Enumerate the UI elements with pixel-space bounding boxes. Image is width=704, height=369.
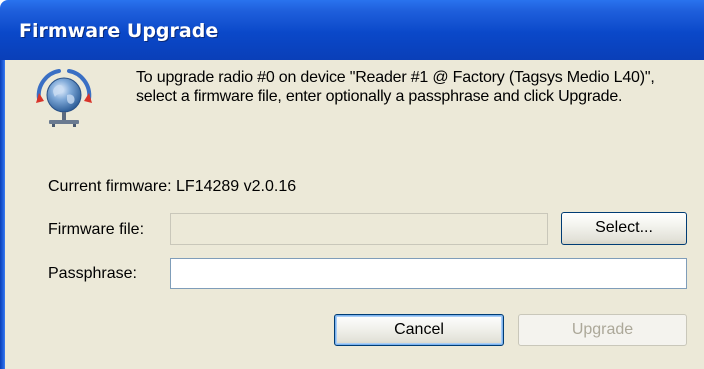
globe-network-icon — [36, 69, 92, 127]
passphrase-label: Passphrase: — [48, 265, 137, 282]
upgrade-button: Upgrade — [518, 314, 687, 346]
passphrase-field[interactable] — [170, 258, 687, 289]
select-file-button[interactable]: Select... — [561, 212, 687, 245]
upgrade-button-label: Upgrade — [571, 321, 634, 338]
current-firmware-text: Current firmware: LF14289 v2.0.16 — [48, 178, 297, 195]
window-title: Firmware Upgrade — [19, 20, 219, 42]
select-file-button-label: Select... — [595, 219, 653, 236]
title-bar[interactable]: Firmware Upgrade — [0, 0, 704, 60]
firmware-file-label: Firmware file: — [48, 221, 145, 238]
firmware-upgrade-dialog: Firmware Upgrade To upgrade radio #0 on … — [0, 0, 704, 369]
cancel-button-label: Cancel — [394, 321, 444, 338]
firmware-file-field — [170, 213, 548, 245]
intro-message: To upgrade radio #0 on device "Reader #1… — [136, 69, 655, 105]
cancel-button[interactable]: Cancel — [334, 314, 504, 346]
